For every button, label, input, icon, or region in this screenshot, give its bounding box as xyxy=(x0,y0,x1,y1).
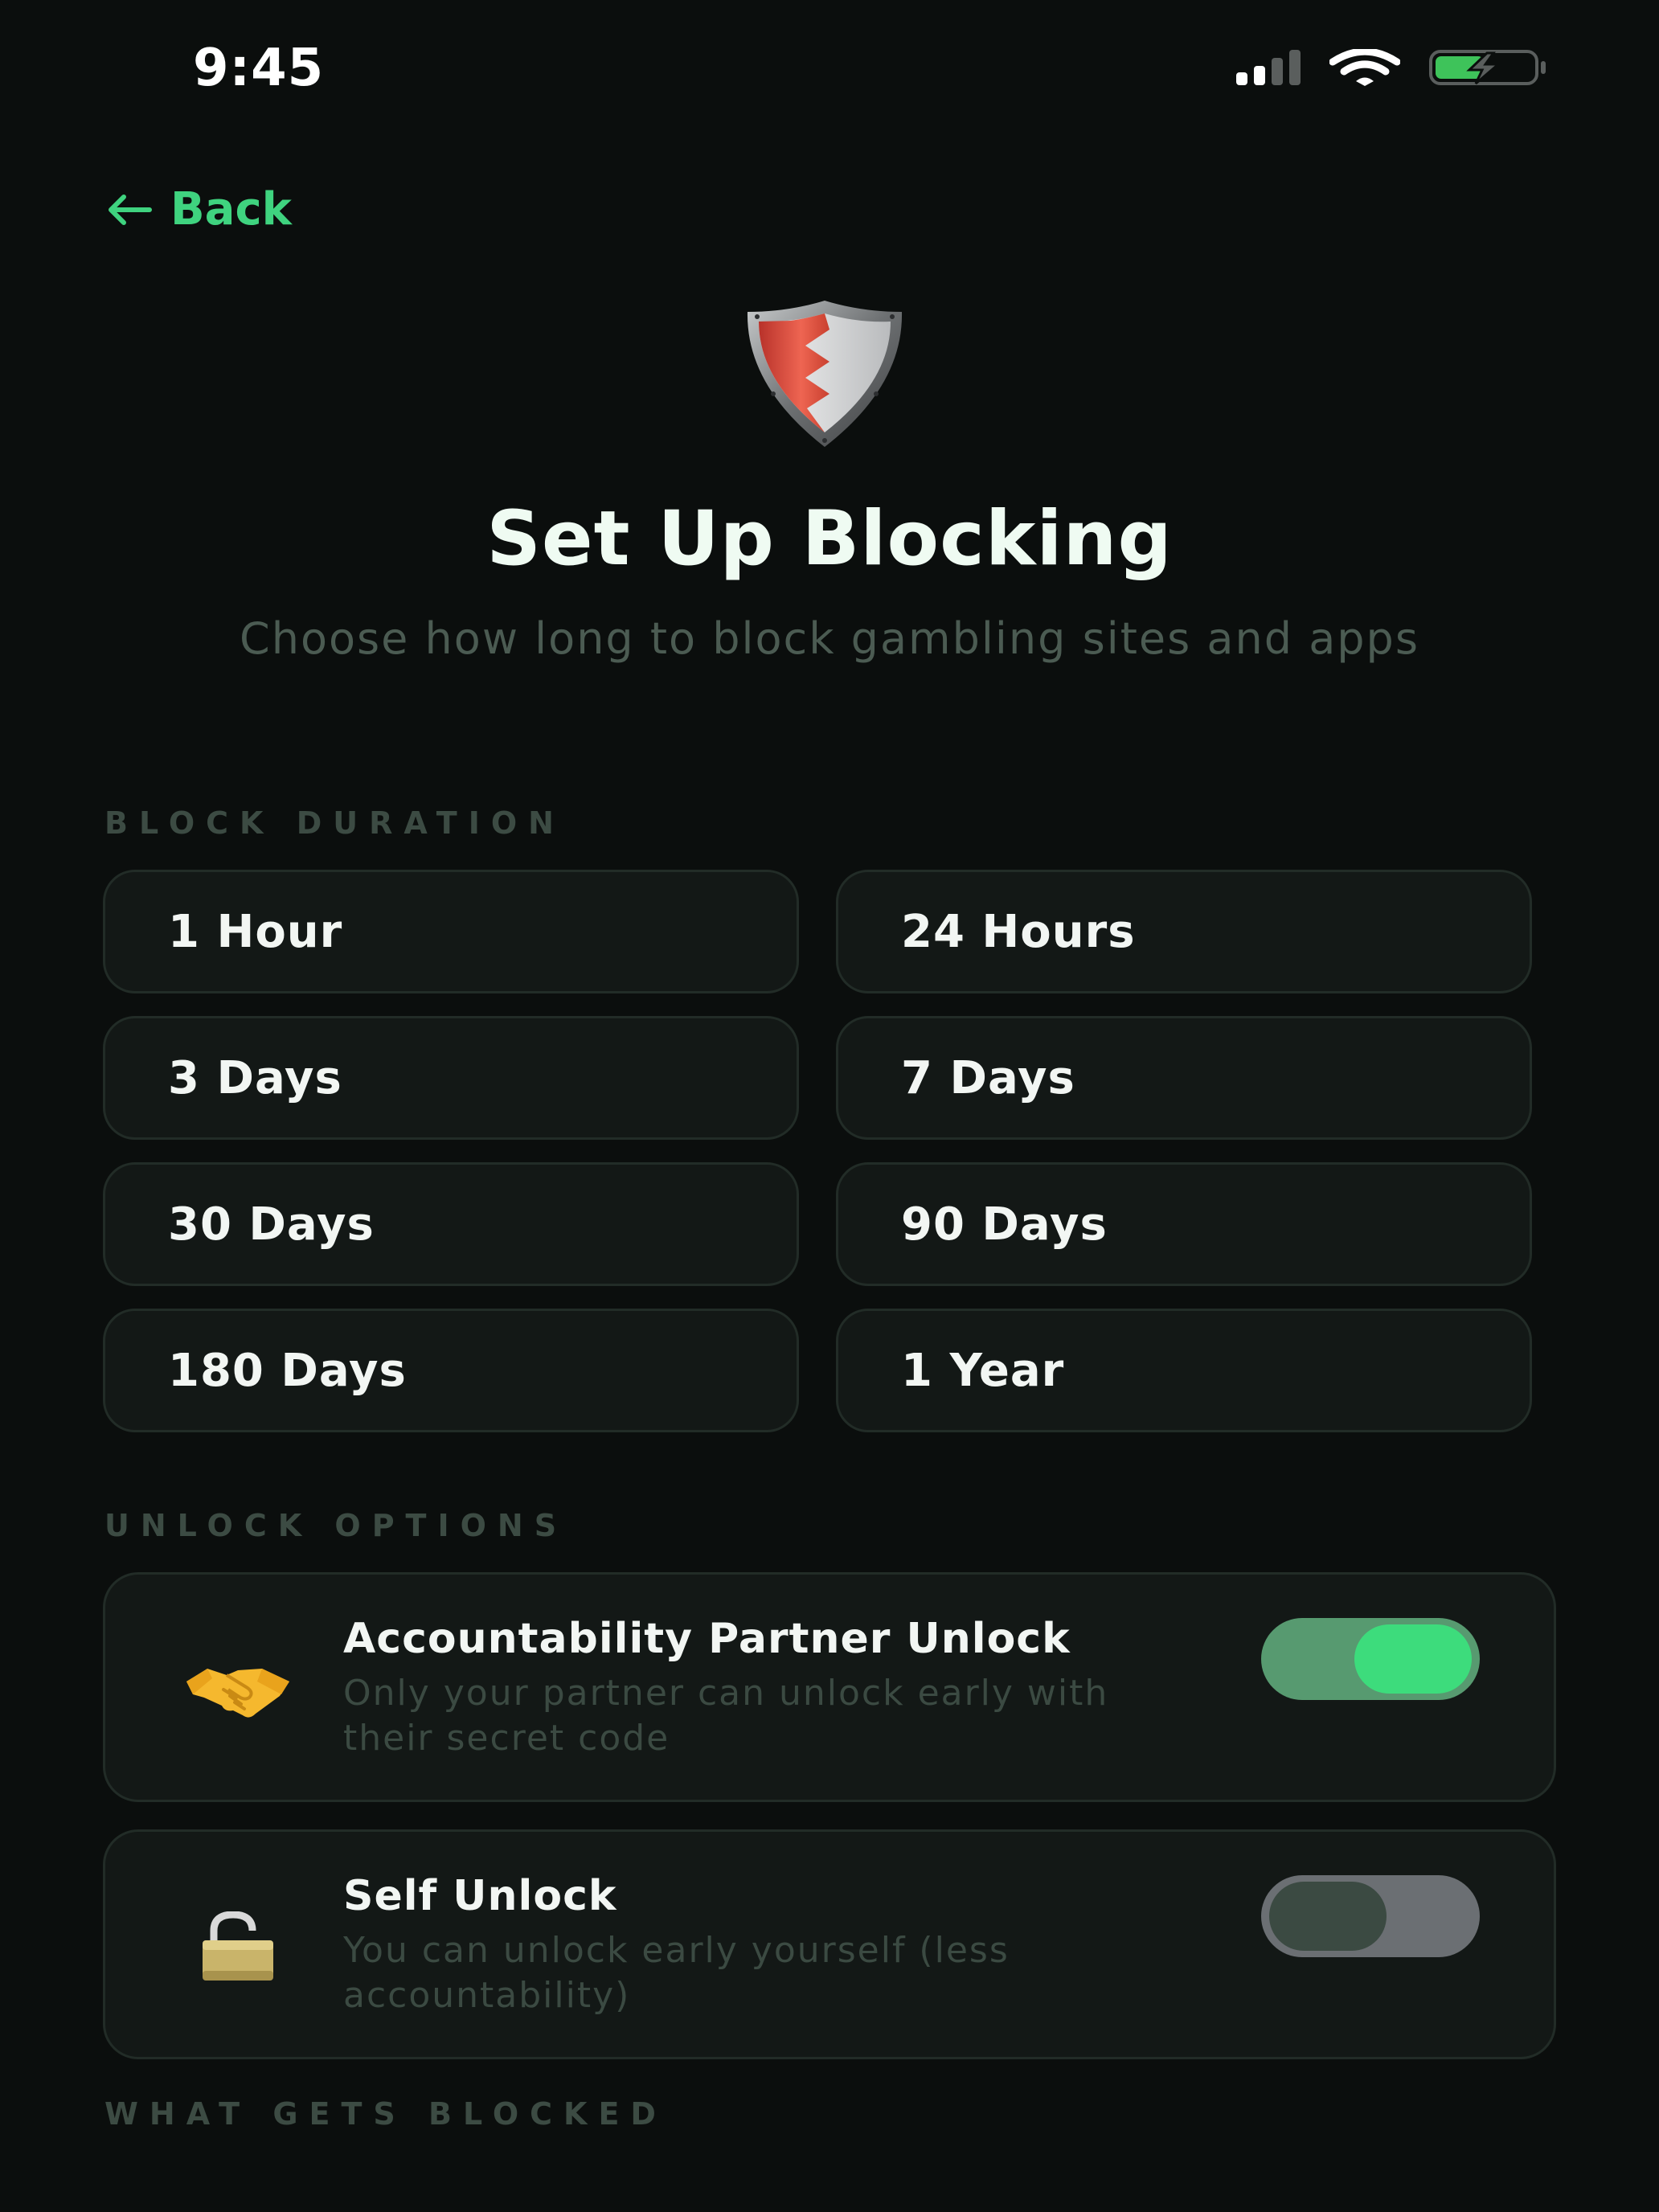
handshake-icon xyxy=(178,1641,298,1738)
cellular-signal-icon xyxy=(1236,50,1301,85)
duration-option-3-days[interactable]: 3 Days xyxy=(103,1016,799,1140)
self-unlock-toggle[interactable] xyxy=(1261,1875,1480,1957)
wifi-icon xyxy=(1329,49,1400,86)
block-duration-section-label: BLOCK DURATION xyxy=(104,805,565,841)
back-button[interactable]: Back xyxy=(104,183,292,236)
shield-icon xyxy=(747,301,903,447)
accountability-partner-unlock-card[interactable]: Accountability Partner Unlock Only your … xyxy=(103,1572,1556,1802)
duration-option-1-hour[interactable]: 1 Hour xyxy=(103,870,799,993)
what-gets-blocked-section-label: WHAT GETS BLOCKED xyxy=(104,2096,667,2132)
self-unlock-card[interactable]: Self Unlock You can unlock early yoursel… xyxy=(103,1829,1556,2059)
self-unlock-description: You can unlock early yourself (less acco… xyxy=(343,1930,1010,2016)
accountability-partner-description: Only your partner can unlock early with … xyxy=(343,1673,1109,1759)
accountability-partner-toggle[interactable] xyxy=(1261,1618,1480,1700)
toggle-knob xyxy=(1354,1624,1472,1694)
duration-option-24-hours[interactable]: 24 Hours xyxy=(836,870,1532,993)
page-title: Set Up Blocking xyxy=(486,495,1173,583)
toggle-knob xyxy=(1269,1882,1387,1951)
duration-option-180-days[interactable]: 180 Days xyxy=(103,1309,799,1432)
accountability-partner-title: Accountability Partner Unlock xyxy=(343,1615,1071,1663)
arrow-left-icon xyxy=(109,194,152,225)
duration-options-grid: 1 Hour 24 Hours 3 Days 7 Days 30 Days 90… xyxy=(103,870,1532,1432)
duration-option-30-days[interactable]: 30 Days xyxy=(103,1162,799,1286)
set-up-blocking-screen: 9:45 Back Set Up Blocking Choose how lon… xyxy=(0,0,1659,2212)
duration-option-1-year[interactable]: 1 Year xyxy=(836,1309,1532,1432)
duration-option-90-days[interactable]: 90 Days xyxy=(836,1162,1532,1286)
back-label: Back xyxy=(170,183,292,236)
duration-option-7-days[interactable]: 7 Days xyxy=(836,1016,1532,1140)
unlocked-padlock-icon xyxy=(178,1899,298,1995)
battery-charging-icon xyxy=(1429,50,1546,85)
status-time: 9:45 xyxy=(193,39,325,98)
status-icons xyxy=(1236,47,1546,88)
unlock-options-section-label: UNLOCK OPTIONS xyxy=(104,1508,568,1543)
self-unlock-title: Self Unlock xyxy=(343,1872,617,1920)
page-subtitle: Choose how long to block gambling sites … xyxy=(240,613,1419,664)
